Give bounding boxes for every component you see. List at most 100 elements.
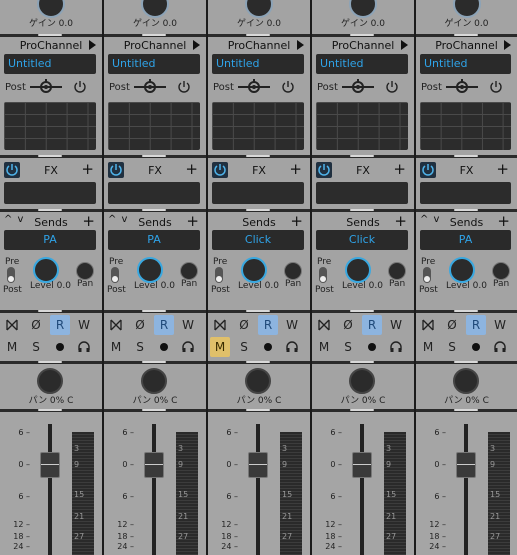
divider-grip[interactable] <box>350 310 374 312</box>
pre-post-toggle[interactable] <box>7 267 15 283</box>
track-name-field[interactable]: Untitled <box>108 54 200 74</box>
add-fx-button[interactable]: + <box>185 160 198 178</box>
expand-arrow-icon[interactable] <box>89 40 96 50</box>
divider-grip[interactable] <box>246 34 270 36</box>
solo-button[interactable]: S <box>338 337 358 357</box>
divider-grip[interactable] <box>246 310 270 312</box>
solo-button[interactable]: S <box>442 337 462 357</box>
eq-graph[interactable] <box>420 102 511 150</box>
read-button[interactable]: R <box>154 315 174 335</box>
send-pan-knob[interactable] <box>492 262 510 280</box>
monitor-button[interactable] <box>386 337 406 357</box>
fx-bin[interactable] <box>212 182 304 204</box>
send-bus-field[interactable]: PA <box>4 230 96 250</box>
fader-track[interactable] <box>360 424 364 555</box>
read-button[interactable]: R <box>258 315 278 335</box>
divider-grip[interactable] <box>454 310 478 312</box>
divider-grip[interactable] <box>454 209 478 211</box>
add-send-button[interactable]: + <box>394 212 407 230</box>
read-button[interactable]: R <box>362 315 382 335</box>
send-level-knob[interactable] <box>33 257 59 283</box>
invert-button[interactable]: Ø <box>442 315 462 335</box>
write-button[interactable]: W <box>282 315 302 335</box>
divider-grip[interactable] <box>38 34 62 36</box>
fader-track[interactable] <box>256 424 260 555</box>
divider-grip[interactable] <box>142 155 166 157</box>
divider-grip[interactable] <box>350 409 374 411</box>
expand-arrow-icon[interactable] <box>193 40 200 50</box>
mute-button[interactable]: M <box>314 337 334 357</box>
fader-handle[interactable] <box>248 452 268 478</box>
expand-arrow-icon[interactable] <box>504 40 511 50</box>
divider-grip[interactable] <box>142 34 166 36</box>
send-pan-knob[interactable] <box>388 262 406 280</box>
add-send-button[interactable]: + <box>290 212 303 230</box>
add-send-button[interactable]: + <box>497 212 510 230</box>
solo-button[interactable]: S <box>234 337 254 357</box>
route-point-icon[interactable] <box>238 79 270 95</box>
mute-button[interactable]: M <box>2 337 22 357</box>
fader-handle[interactable] <box>456 452 476 478</box>
record-arm-button[interactable] <box>258 337 278 357</box>
track-name-field[interactable]: Untitled <box>212 54 304 74</box>
divider-grip[interactable] <box>350 209 374 211</box>
send-pan-knob[interactable] <box>180 262 198 280</box>
fx-bin[interactable] <box>108 182 200 204</box>
add-fx-button[interactable]: + <box>81 160 94 178</box>
add-send-button[interactable]: + <box>186 212 199 230</box>
send-bus-field[interactable]: PA <box>420 230 511 250</box>
fx-power-icon[interactable] <box>4 162 20 178</box>
track-name-field[interactable]: Untitled <box>4 54 96 74</box>
fader-track[interactable] <box>48 424 52 555</box>
divider-grip[interactable] <box>38 361 62 363</box>
route-point-icon[interactable] <box>446 79 478 95</box>
fader-handle[interactable] <box>40 452 60 478</box>
expand-arrow-icon[interactable] <box>297 40 304 50</box>
monitor-button[interactable] <box>74 337 94 357</box>
fx-power-icon[interactable] <box>316 162 332 178</box>
mute-button[interactable]: M <box>210 337 230 357</box>
divider-grip[interactable] <box>38 310 62 312</box>
fader-track[interactable] <box>464 424 468 555</box>
pre-post-toggle[interactable] <box>423 267 431 283</box>
divider-grip[interactable] <box>454 409 478 411</box>
track-name-field[interactable]: Untitled <box>316 54 408 74</box>
phase-button[interactable] <box>2 315 22 335</box>
send-level-knob[interactable] <box>345 257 371 283</box>
fader-handle[interactable] <box>144 452 164 478</box>
invert-button[interactable]: Ø <box>338 315 358 335</box>
solo-button[interactable]: S <box>26 337 46 357</box>
pan-knob[interactable] <box>37 368 63 394</box>
divider-grip[interactable] <box>246 361 270 363</box>
divider-grip[interactable] <box>142 209 166 211</box>
divider-grip[interactable] <box>454 34 478 36</box>
write-button[interactable]: W <box>178 315 198 335</box>
add-fx-button[interactable]: + <box>289 160 302 178</box>
invert-button[interactable]: Ø <box>234 315 254 335</box>
route-point-icon[interactable] <box>134 79 166 95</box>
power-icon[interactable] <box>385 79 399 93</box>
pan-knob[interactable] <box>245 368 271 394</box>
route-point-icon[interactable] <box>30 79 62 95</box>
power-icon[interactable] <box>73 79 87 93</box>
write-button[interactable]: W <box>74 315 94 335</box>
divider-grip[interactable] <box>350 34 374 36</box>
record-arm-button[interactable] <box>466 337 486 357</box>
divider-grip[interactable] <box>38 155 62 157</box>
write-button[interactable]: W <box>490 315 510 335</box>
send-pan-knob[interactable] <box>284 262 302 280</box>
eq-graph[interactable] <box>108 102 200 150</box>
read-button[interactable]: R <box>50 315 70 335</box>
fx-power-icon[interactable] <box>212 162 228 178</box>
add-fx-button[interactable]: + <box>496 160 509 178</box>
send-pan-knob[interactable] <box>76 262 94 280</box>
send-level-knob[interactable] <box>241 257 267 283</box>
fx-power-icon[interactable] <box>420 162 436 178</box>
power-icon[interactable] <box>177 79 191 93</box>
pan-knob[interactable] <box>453 368 479 394</box>
send-level-knob[interactable] <box>137 257 163 283</box>
divider-grip[interactable] <box>350 155 374 157</box>
pre-post-toggle[interactable] <box>215 267 223 283</box>
pre-post-toggle[interactable] <box>319 267 327 283</box>
send-bus-field[interactable]: Click <box>212 230 304 250</box>
